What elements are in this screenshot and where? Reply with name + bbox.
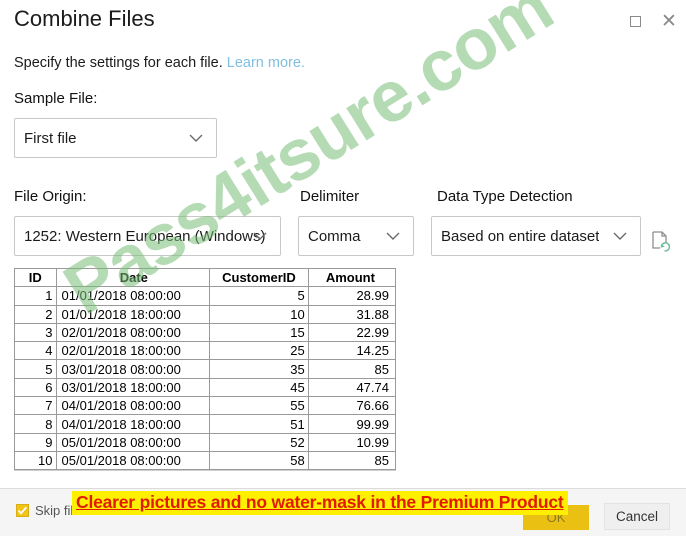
cell-id: 10 [14,450,57,471]
cell-date: 02/01/2018 08:00:00 [55,322,211,343]
close-button[interactable]: ✕ [656,8,682,34]
cell-id: 6 [14,377,57,398]
cell-amount: 31.88 [307,304,397,324]
table-row[interactable]: 3 02/01/2018 08:00:00 15 22.99 [14,322,397,343]
title-bar: Combine Files ✕ [0,0,686,46]
maximize-icon [629,15,641,27]
skip-files-checkbox[interactable] [16,504,29,517]
document-refresh-icon[interactable] [650,230,671,252]
chevron-down-icon [252,228,268,244]
column-header-amount[interactable]: Amount [307,267,397,288]
cell-customerid: 10 [209,304,309,324]
cell-id: 9 [14,432,57,452]
file-preview-table: ID Date CustomerID Amount 1 01/01/2018 0… [14,267,397,471]
cell-date: 01/01/2018 18:00:00 [55,304,211,324]
table-row[interactable]: 6 03/01/2018 18:00:00 45 47.74 [14,377,397,398]
data-type-detection-dropdown[interactable]: Based on entire dataset [431,216,641,256]
sample-file-value: First file [24,129,77,147]
file-origin-dropdown[interactable]: 1252: Western European (Windows) [14,216,281,256]
cell-amount: 99.99 [307,414,397,434]
cell-id: 5 [14,359,57,379]
column-header-date[interactable]: Date [55,267,211,288]
close-icon: ✕ [661,10,677,32]
sample-file-label: Sample File: [14,90,98,107]
table-row[interactable]: 9 05/01/2018 08:00:00 52 10.99 [14,432,397,452]
cell-customerid: 5 [209,286,309,306]
cell-date: 04/01/2018 18:00:00 [55,414,211,434]
subtitle-text: Specify the settings for each file. [14,55,223,71]
table-row[interactable]: 8 04/01/2018 18:00:00 51 99.99 [14,414,397,434]
cell-customerid: 55 [209,396,309,416]
cell-customerid: 52 [209,432,309,452]
cell-date: 01/01/2018 08:00:00 [55,286,211,306]
learn-more-link[interactable]: Learn more. [227,55,305,71]
dialog-title: Combine Files [14,6,155,31]
table-row[interactable]: 5 03/01/2018 08:00:00 35 85 [14,359,397,379]
cell-id: 8 [14,414,57,434]
cell-id: 3 [14,322,57,343]
cell-customerid: 15 [209,322,309,343]
data-type-detection-label: Data Type Detection [437,188,573,205]
cell-amount: 85 [307,450,397,471]
table-row[interactable]: 4 02/01/2018 18:00:00 25 14.25 [14,341,397,361]
column-header-customerid[interactable]: CustomerID [209,267,309,288]
table-row[interactable]: 7 04/01/2018 08:00:00 55 76.66 [14,396,397,416]
cell-date: 03/01/2018 18:00:00 [55,377,211,398]
footer-divider [0,488,686,489]
cell-date: 04/01/2018 08:00:00 [55,396,211,416]
promo-banner: Clearer pictures and no water-mask in th… [72,491,568,515]
delimiter-value: Comma [308,227,361,245]
column-header-id[interactable]: ID [14,267,57,288]
table-row[interactable]: 1 01/01/2018 08:00:00 5 28.99 [14,286,397,306]
delimiter-label: Delimiter [300,188,360,205]
cancel-button[interactable]: Cancel [604,503,670,530]
chevron-down-icon [188,130,204,146]
cell-date: 03/01/2018 08:00:00 [55,359,211,379]
cell-amount: 85 [307,359,397,379]
cell-customerid: 58 [209,450,309,471]
maximize-button[interactable] [622,8,648,34]
cell-customerid: 25 [209,341,309,361]
sample-file-dropdown[interactable]: First file [14,118,217,158]
chevron-down-icon [385,228,401,244]
file-origin-value: 1252: Western European (Windows) [24,227,266,245]
cell-amount: 28.99 [307,286,397,306]
cell-amount: 47.74 [307,377,397,398]
data-type-detection-value: Based on entire dataset [441,227,600,245]
dialog-subtitle: Specify the settings for each file. Lear… [14,55,305,71]
cell-id: 7 [14,396,57,416]
table-header-row: ID Date CustomerID Amount [14,267,397,288]
cell-date: 05/01/2018 08:00:00 [55,432,211,452]
delimiter-dropdown[interactable]: Comma [298,216,414,256]
cell-amount: 10.99 [307,432,397,452]
cell-id: 2 [14,304,57,324]
cell-amount: 14.25 [307,341,397,361]
cell-amount: 22.99 [307,322,397,343]
file-origin-label: File Origin: [14,188,87,205]
cell-customerid: 45 [209,377,309,398]
table-row[interactable]: 10 05/01/2018 08:00:00 58 85 [14,450,397,471]
cell-customerid: 35 [209,359,309,379]
cell-amount: 76.66 [307,396,397,416]
cell-id: 4 [14,341,57,361]
cell-customerid: 51 [209,414,309,434]
table-row[interactable]: 2 01/01/2018 18:00:00 10 31.88 [14,304,397,324]
cell-date: 05/01/2018 08:00:00 [55,450,211,471]
chevron-down-icon [612,228,628,244]
cell-date: 02/01/2018 18:00:00 [55,341,211,361]
cell-id: 1 [14,286,57,306]
